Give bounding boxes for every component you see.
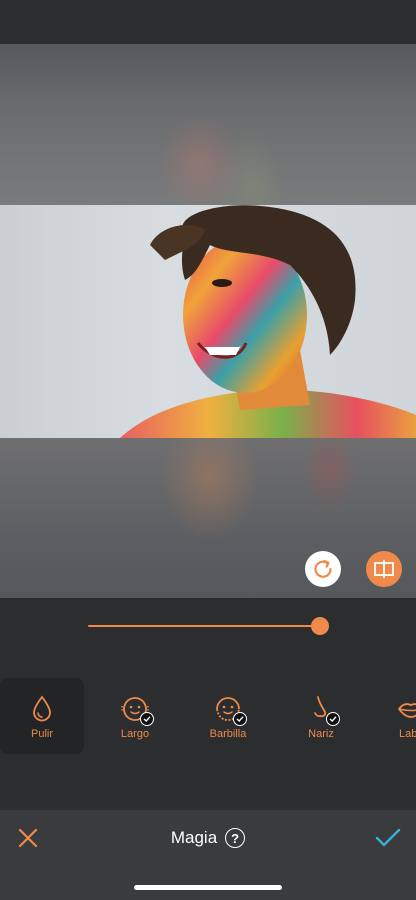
nose-icon (306, 694, 340, 726)
bottom-bar: Magia ? (0, 810, 416, 900)
photo-canvas[interactable] (0, 44, 416, 598)
tool-label: Nariz (308, 728, 334, 740)
tool-largo[interactable]: Largo (93, 678, 177, 754)
title-group: Magia ? (0, 828, 416, 848)
tool-strip: Pulir Largo Barbilla Nariz Lab (0, 678, 416, 754)
check-badge (233, 712, 247, 726)
check-badge (140, 712, 154, 726)
rotate-button[interactable] (305, 551, 341, 587)
slider-track[interactable] (88, 625, 320, 627)
compare-button[interactable] (366, 551, 402, 587)
lips-icon (396, 694, 416, 724)
checkmark-icon (375, 828, 401, 847)
help-icon[interactable]: ? (225, 828, 246, 848)
compare-split-icon (374, 560, 394, 578)
confirm-button[interactable] (374, 826, 402, 850)
rotate-icon (314, 559, 332, 578)
tool-pulir[interactable]: Pulir (0, 678, 84, 754)
tool-label: Largo (120, 728, 150, 740)
blurred-background-bottom (0, 438, 416, 598)
face-icon (120, 694, 154, 726)
intensity-slider[interactable] (88, 616, 329, 636)
check-badge (326, 712, 340, 726)
tool-labios[interactable]: Lab (372, 678, 416, 754)
edited-photo[interactable] (0, 205, 416, 438)
status-bar (0, 0, 416, 44)
tool-barbilla[interactable]: Barbilla (186, 678, 270, 754)
blurred-background-top (0, 44, 416, 205)
face-icon (213, 694, 247, 726)
slider-thumb[interactable] (311, 617, 329, 635)
home-indicator (134, 885, 282, 890)
drop-icon (27, 694, 57, 724)
tool-label: Pulir (30, 728, 53, 740)
tool-nariz[interactable]: Nariz (279, 678, 363, 754)
tool-label: Barbilla (209, 728, 247, 740)
page-title: Magia (170, 828, 218, 847)
adjustment-panel: Pulir Largo Barbilla Nariz Lab (0, 598, 416, 810)
tool-label: Lab (399, 728, 416, 740)
